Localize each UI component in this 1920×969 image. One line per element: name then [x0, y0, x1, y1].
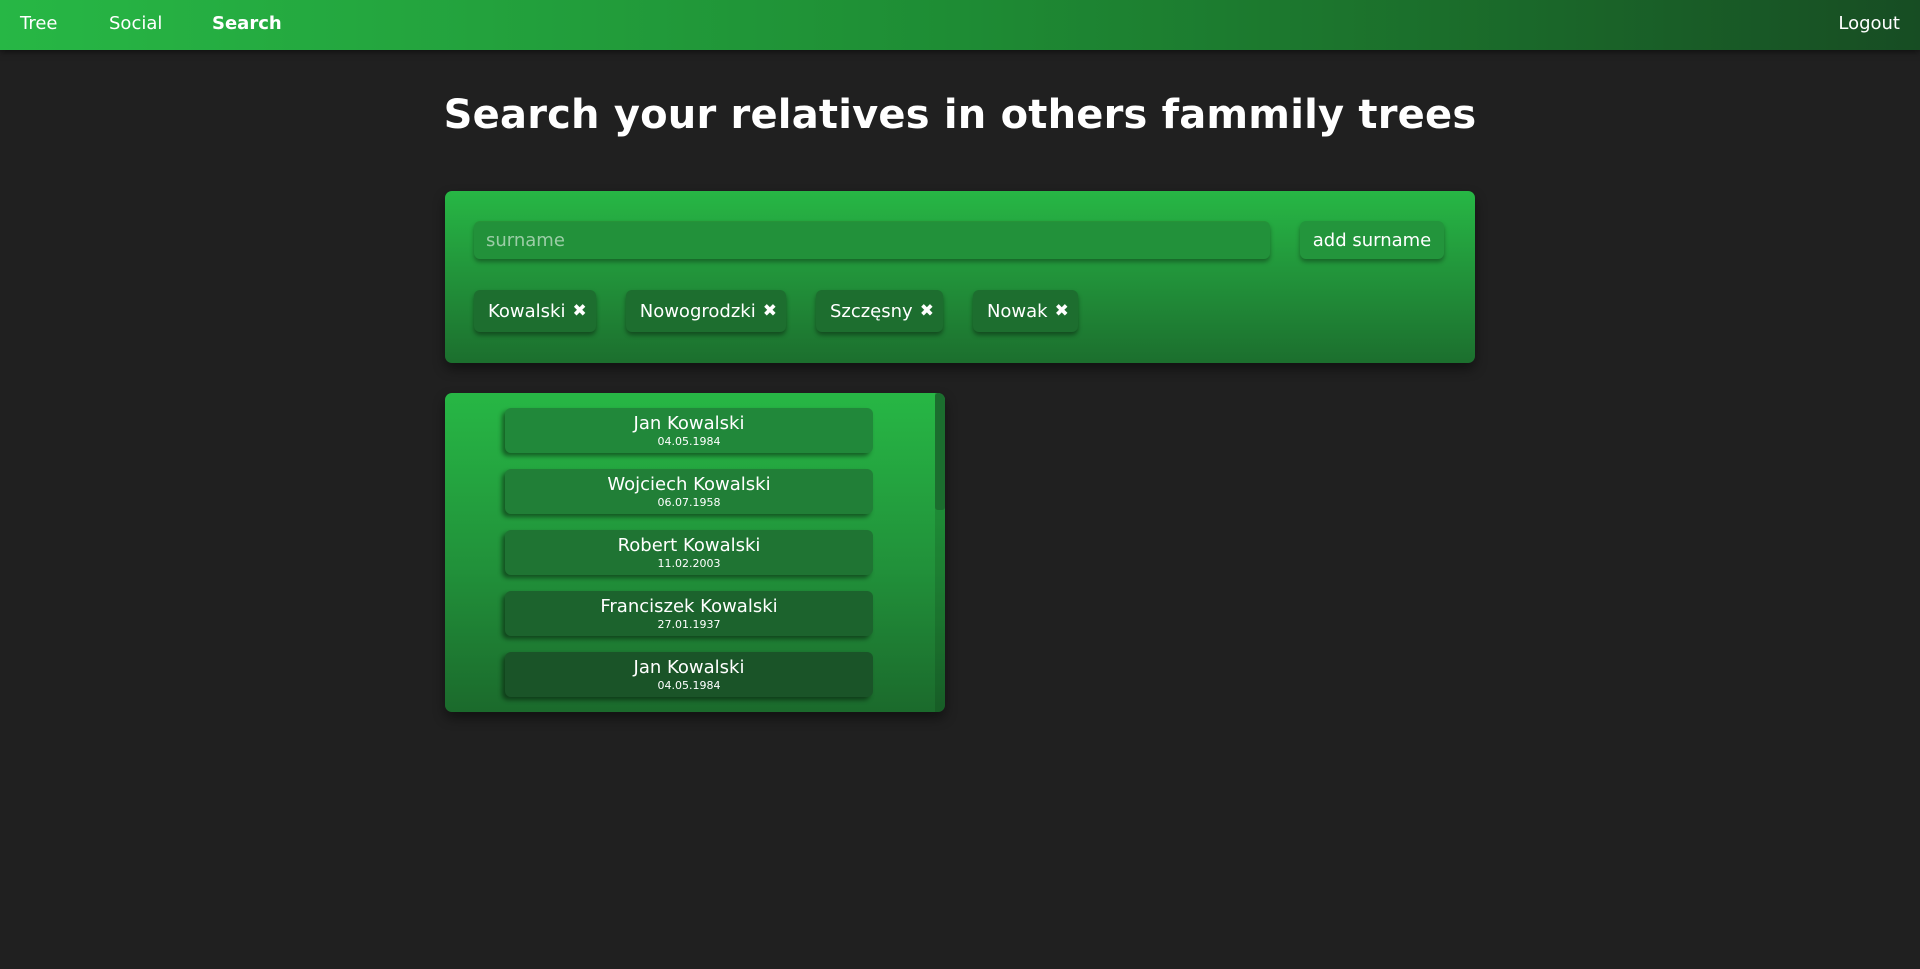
- result-card[interactable]: Jan Kowalski 04.05.1984: [505, 652, 873, 697]
- surname-tag: Nowak ✖: [972, 290, 1078, 332]
- surname-tag-label: Nowogrodzki: [639, 300, 756, 322]
- close-icon[interactable]: ✖: [920, 301, 934, 321]
- birth-date: 04.05.1984: [657, 679, 721, 692]
- nav-social-link[interactable]: Social: [109, 0, 162, 50]
- close-icon[interactable]: ✖: [572, 301, 586, 321]
- surname-search-panel: add surname Kowalski ✖ Nowogrodzki ✖ Szc…: [445, 191, 1475, 363]
- birth-date: 11.02.2003: [657, 557, 721, 570]
- result-card[interactable]: Jan Kowalski 04.05.1984: [505, 408, 873, 453]
- top-navbar: Tree Social Search Logout: [0, 0, 1920, 50]
- scrollbar-thumb[interactable]: [935, 393, 945, 510]
- close-icon[interactable]: ✖: [763, 301, 777, 321]
- result-card[interactable]: Wojciech Kowalski 06.07.1958: [505, 469, 873, 514]
- logout-link[interactable]: Logout: [1838, 0, 1900, 50]
- person-name: Jan Kowalski: [633, 413, 745, 434]
- results-scrollbar[interactable]: [935, 393, 945, 712]
- nav-tree-link[interactable]: Tree: [20, 0, 58, 50]
- surname-tag: Kowalski ✖: [474, 290, 596, 332]
- birth-date: 06.07.1958: [657, 496, 721, 509]
- surname-tag-label: Nowak: [986, 300, 1048, 322]
- person-name: Wojciech Kowalski: [607, 474, 771, 495]
- page-title: Search your relatives in others fammily …: [443, 92, 1477, 138]
- person-name: Franciszek Kowalski: [600, 596, 778, 617]
- birth-date: 04.05.1984: [657, 435, 721, 448]
- birth-date: 27.01.1937: [657, 618, 721, 631]
- result-card[interactable]: Robert Kowalski 11.02.2003: [505, 530, 873, 575]
- surname-input[interactable]: [474, 221, 1270, 259]
- person-name: Robert Kowalski: [617, 535, 761, 556]
- surname-tag: Nowogrodzki ✖: [625, 290, 786, 332]
- surname-tag-label: Szczęsny: [829, 300, 913, 322]
- surname-tag: Szczęsny ✖: [815, 290, 943, 332]
- surname-tag-label: Kowalski: [488, 300, 566, 322]
- add-surname-button[interactable]: add surname: [1300, 221, 1444, 259]
- person-name: Jan Kowalski: [633, 657, 745, 678]
- nav-search-link[interactable]: Search: [212, 0, 282, 50]
- surname-tags: Kowalski ✖ Nowogrodzki ✖ Szczęsny ✖ Nowa…: [474, 290, 1078, 332]
- results-list: Jan Kowalski 04.05.1984 Wojciech Kowalsk…: [505, 408, 873, 712]
- search-results-panel: Jan Kowalski 04.05.1984 Wojciech Kowalsk…: [445, 393, 945, 712]
- result-card[interactable]: Franciszek Kowalski 27.01.1937: [505, 591, 873, 636]
- close-icon[interactable]: ✖: [1055, 301, 1069, 321]
